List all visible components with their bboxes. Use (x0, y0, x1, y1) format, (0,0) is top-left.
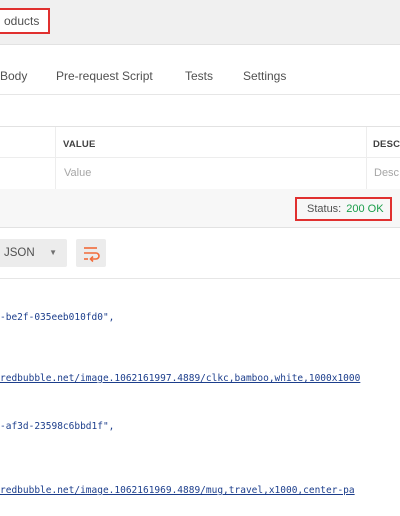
request-tab[interactable]: oducts (0, 8, 50, 34)
status-label: Status: (307, 203, 342, 215)
column-header-value: VALUE (63, 139, 96, 150)
chevron-down-icon: ▼ (49, 248, 57, 257)
value-input[interactable]: Value (64, 167, 91, 179)
request-tab-title: oducts (4, 14, 40, 28)
row-divider (0, 157, 400, 158)
code-link[interactable]: redbubble.net/image.1062161969.4889/mug,… (0, 485, 355, 496)
params-table: VALUE DESCR Value Desc (0, 126, 400, 190)
tab-pre-request-script[interactable]: Pre-request Script (56, 69, 153, 83)
tab-settings[interactable]: Settings (243, 69, 286, 83)
wrap-lines-button[interactable] (76, 239, 106, 267)
column-header-description: DESCR (373, 139, 400, 150)
response-body[interactable]: -be2f-035eeb010fd0", redbubble.net/image… (0, 290, 400, 516)
tab-body[interactable]: Body (0, 69, 27, 83)
column-divider (55, 127, 56, 189)
wrap-lines-icon (84, 247, 100, 263)
status-badge: Status: 200 OK (295, 197, 392, 221)
code-line: -be2f-035eeb010fd0", (0, 312, 115, 323)
code-link[interactable]: redbubble.net/image.1062161997.4889/clkc… (0, 373, 360, 384)
column-divider (366, 127, 367, 189)
format-select[interactable]: JSON ▼ (0, 239, 67, 267)
tab-tests[interactable]: Tests (185, 69, 213, 83)
code-line: -af3d-23598c6bbd1f", (0, 421, 115, 432)
tab-bar (0, 0, 400, 45)
description-input[interactable]: Desc (374, 167, 399, 179)
status-value: 200 OK (346, 203, 384, 215)
format-value: JSON (4, 247, 35, 259)
request-subtabs: Body Pre-request Script Tests Settings (0, 44, 400, 95)
